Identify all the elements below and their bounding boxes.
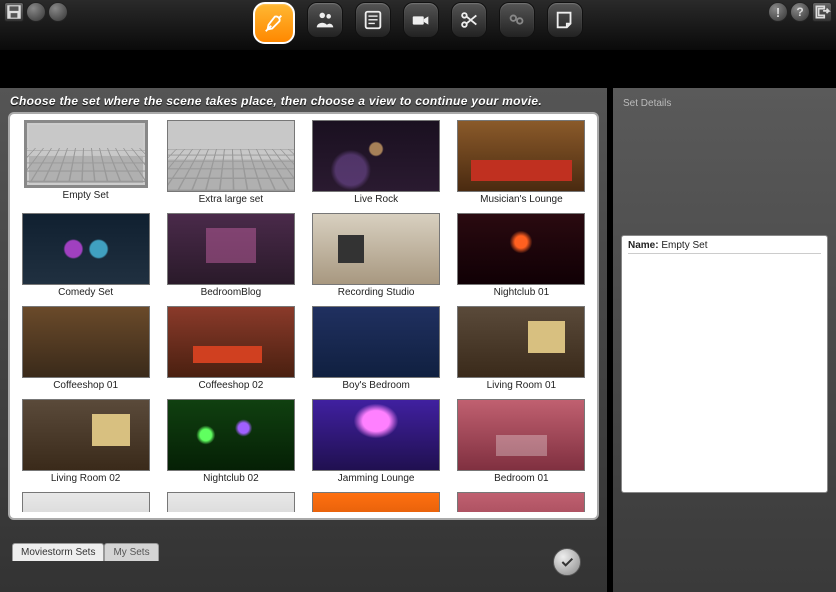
set-details-box: Name: Empty Set	[621, 235, 828, 493]
check-icon	[559, 554, 575, 570]
set-label: Extra large set	[199, 194, 263, 205]
set-thumbnail	[167, 399, 295, 471]
set-item[interactable]	[16, 492, 155, 512]
set-label: Nightclub 01	[494, 287, 550, 298]
characters-button[interactable]	[307, 2, 343, 38]
set-details-pane: Set Details Name: Empty Set	[613, 88, 836, 592]
set-thumbnail	[457, 492, 585, 512]
alert-icon[interactable]: !	[768, 2, 788, 22]
set-item[interactable]	[161, 492, 300, 512]
set-item[interactable]	[452, 492, 591, 512]
black-spacer	[0, 50, 836, 88]
set-item[interactable]: Jamming Lounge	[307, 399, 446, 484]
script-button[interactable]	[355, 2, 391, 38]
instruction-text: Choose the set where the scene takes pla…	[0, 88, 607, 112]
set-item[interactable]: BedroomBlog	[161, 213, 300, 298]
set-thumbnail	[312, 399, 440, 471]
set-thumbnail	[312, 492, 440, 512]
set-item[interactable]: Recording Studio	[307, 213, 446, 298]
main-tool-buttons	[68, 2, 768, 44]
help-buttons: ! ?	[768, 2, 832, 22]
tab-bar: Moviestorm Sets My Sets	[12, 542, 159, 560]
set-thumbnail	[22, 213, 150, 285]
window-button-2[interactable]	[48, 2, 68, 22]
set-label: Living Room 02	[51, 473, 120, 484]
camera-button[interactable]	[403, 2, 439, 38]
confirm-button[interactable]	[553, 548, 581, 576]
cut-button[interactable]	[451, 2, 487, 38]
set-label: Nightclub 02	[203, 473, 259, 484]
set-item[interactable]	[307, 492, 446, 512]
set-thumbnail	[167, 213, 295, 285]
notes-button[interactable]	[547, 2, 583, 38]
tools-button[interactable]	[253, 2, 295, 44]
set-item[interactable]: Live Rock	[307, 120, 446, 205]
set-item[interactable]: Living Room 01	[452, 306, 591, 391]
name-value: Empty Set	[661, 240, 707, 251]
set-label: BedroomBlog	[201, 287, 262, 298]
set-item[interactable]: Bedroom 01	[452, 399, 591, 484]
set-thumbnail	[312, 120, 440, 192]
set-label: Coffeeshop 01	[53, 380, 118, 391]
set-label: Comedy Set	[58, 287, 113, 298]
set-label: Boy's Bedroom	[342, 380, 410, 391]
set-label: Recording Studio	[338, 287, 415, 298]
help-icon[interactable]: ?	[790, 2, 810, 22]
top-toolbar: ! ?	[0, 0, 836, 50]
set-item[interactable]: Extra large set	[161, 120, 300, 205]
set-item[interactable]: Coffeeshop 02	[161, 306, 300, 391]
set-label: Empty Set	[63, 190, 109, 201]
set-details-title: Set Details	[621, 92, 828, 115]
set-item[interactable]: Nightclub 02	[161, 399, 300, 484]
set-gallery: Empty Set Extra large set Live Rock Musicia…	[16, 120, 591, 512]
set-label: Musician's Lounge	[480, 194, 563, 205]
set-thumbnail	[312, 213, 440, 285]
set-thumbnail	[167, 492, 295, 512]
set-thumbnail	[457, 306, 585, 378]
set-item[interactable]: Musician's Lounge	[452, 120, 591, 205]
set-label: Bedroom 01	[494, 473, 548, 484]
main-area: Choose the set where the scene takes pla…	[0, 88, 836, 592]
set-gallery-container: Empty Set Extra large set Live Rock Musicia…	[8, 112, 599, 520]
window-button-1[interactable]	[26, 2, 46, 22]
set-item[interactable]: Nightclub 01	[452, 213, 591, 298]
set-thumbnail	[24, 120, 148, 188]
save-icon[interactable]	[4, 2, 24, 22]
set-item[interactable]: Comedy Set	[16, 213, 155, 298]
set-label: Live Rock	[354, 194, 398, 205]
set-item[interactable]: Living Room 02	[16, 399, 155, 484]
set-thumbnail	[22, 399, 150, 471]
set-label: Coffeeshop 02	[198, 380, 263, 391]
name-label: Name:	[628, 240, 659, 251]
set-item[interactable]: Empty Set	[16, 120, 155, 205]
set-thumbnail	[457, 213, 585, 285]
set-thumbnail	[22, 306, 150, 378]
effects-button[interactable]	[499, 2, 535, 38]
set-label: Jamming Lounge	[338, 473, 415, 484]
set-gallery-scroll[interactable]: Empty Set Extra large set Live Rock Musicia…	[16, 120, 591, 512]
set-item[interactable]: Coffeeshop 01	[16, 306, 155, 391]
window-controls	[4, 2, 68, 22]
set-thumbnail	[22, 492, 150, 512]
exit-icon[interactable]	[812, 2, 832, 22]
set-thumbnail	[167, 306, 295, 378]
set-item[interactable]: Boy's Bedroom	[307, 306, 446, 391]
set-thumbnail	[457, 399, 585, 471]
tab-moviestorm-sets[interactable]: Moviestorm Sets	[12, 543, 104, 561]
tab-my-sets[interactable]: My Sets	[104, 543, 158, 561]
set-thumbnail	[312, 306, 440, 378]
set-thumbnail	[167, 120, 295, 192]
set-browser-pane: Choose the set where the scene takes pla…	[0, 88, 607, 592]
set-thumbnail	[457, 120, 585, 192]
set-label: Living Room 01	[487, 380, 556, 391]
